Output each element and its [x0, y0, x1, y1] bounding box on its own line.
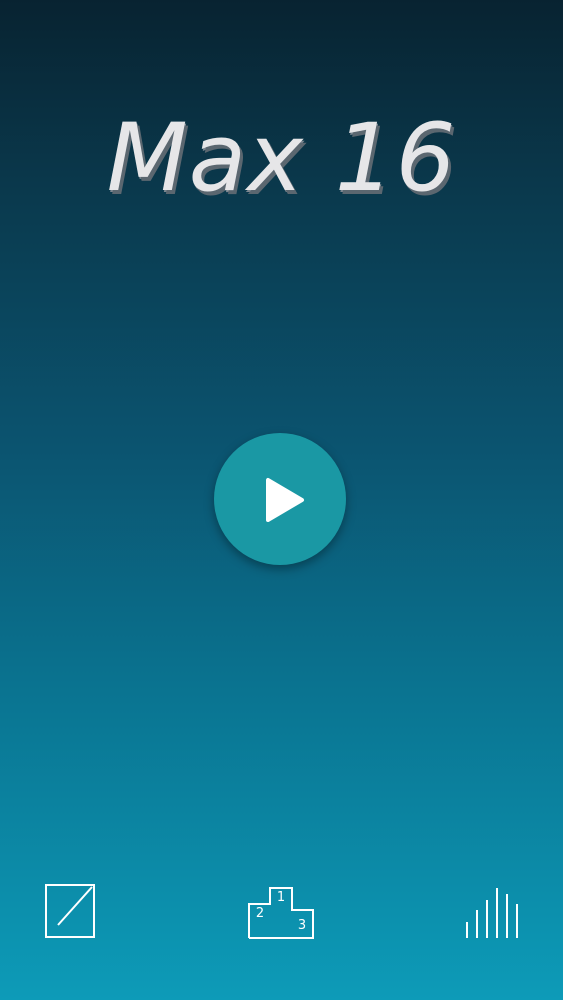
edit-icon — [45, 884, 95, 938]
podium-place-3: 3 — [298, 918, 306, 933]
play-button[interactable] — [214, 433, 346, 565]
stats-button[interactable] — [463, 884, 523, 942]
leaderboard-podium-icon: 1 2 3 — [248, 887, 314, 939]
play-icon — [266, 478, 304, 522]
edit-button[interactable] — [44, 882, 98, 940]
game-title: Max 16 — [106, 104, 457, 213]
stats-bars-icon — [466, 888, 518, 938]
podium-place-1: 1 — [277, 890, 285, 905]
podium-place-2: 2 — [256, 906, 264, 921]
leaderboard-button[interactable]: 1 2 3 — [247, 884, 317, 942]
